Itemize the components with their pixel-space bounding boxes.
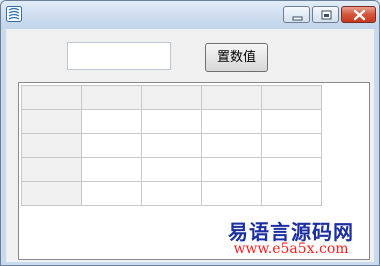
grid-row-header-cell[interactable] bbox=[21, 157, 82, 182]
grid-cell[interactable] bbox=[201, 109, 262, 134]
grid-cell[interactable] bbox=[201, 181, 262, 206]
grid-cell[interactable] bbox=[141, 133, 202, 158]
app-icon bbox=[6, 6, 22, 22]
grid-cell[interactable] bbox=[261, 181, 322, 206]
grid-cell[interactable] bbox=[201, 133, 262, 158]
value-input[interactable] bbox=[67, 42, 171, 70]
close-button[interactable] bbox=[341, 6, 376, 23]
grid-header-cell[interactable] bbox=[261, 85, 322, 110]
grid-row-header-cell[interactable] bbox=[21, 181, 82, 206]
grid-header-row bbox=[21, 85, 322, 110]
grid-row bbox=[21, 133, 322, 158]
grid-row bbox=[21, 157, 322, 182]
grid-cell[interactable] bbox=[141, 109, 202, 134]
maximize-icon bbox=[321, 10, 332, 20]
grid-cell[interactable] bbox=[81, 109, 142, 134]
grid-header-cell[interactable] bbox=[141, 85, 202, 110]
grid-cell[interactable] bbox=[81, 181, 142, 206]
grid-row-header-cell[interactable] bbox=[21, 133, 82, 158]
grid-cell[interactable] bbox=[261, 109, 322, 134]
grid-header-cell[interactable] bbox=[201, 85, 262, 110]
minimize-icon bbox=[292, 16, 303, 21]
grid-table bbox=[21, 85, 322, 206]
grid-row bbox=[21, 109, 322, 134]
grid-cell[interactable] bbox=[141, 157, 202, 182]
close-icon bbox=[353, 9, 366, 21]
grid-cell[interactable] bbox=[141, 181, 202, 206]
grid-cell[interactable] bbox=[261, 157, 322, 182]
title-bar[interactable] bbox=[1, 1, 379, 29]
grid-corner-cell bbox=[21, 85, 82, 110]
grid-cell[interactable] bbox=[81, 157, 142, 182]
grid-row-header-cell[interactable] bbox=[21, 109, 82, 134]
grid-cell[interactable] bbox=[81, 133, 142, 158]
grid-row bbox=[21, 181, 322, 206]
grid-cell[interactable] bbox=[201, 157, 262, 182]
maximize-button[interactable] bbox=[312, 6, 339, 23]
minimize-button[interactable] bbox=[283, 6, 310, 23]
watermark-url: www.e5a5x.com bbox=[233, 241, 349, 257]
grid-header-cell[interactable] bbox=[81, 85, 142, 110]
app-window: 置数值 易语言源码网 www.e5a5x.com bbox=[0, 0, 380, 266]
set-value-button[interactable]: 置数值 bbox=[205, 43, 268, 72]
grid-cell[interactable] bbox=[261, 133, 322, 158]
